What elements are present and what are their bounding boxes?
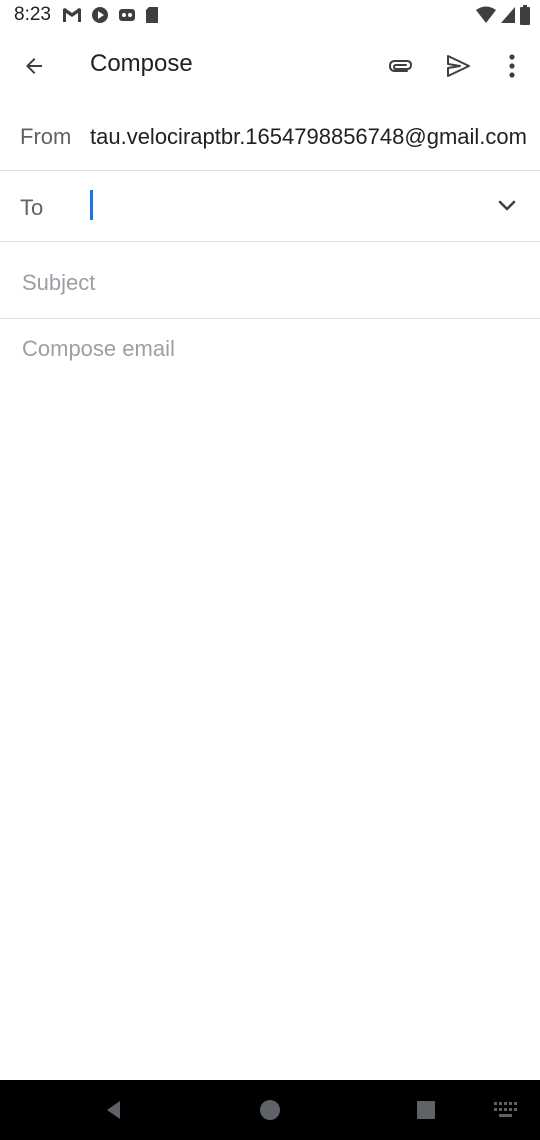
text-cursor	[90, 190, 93, 220]
back-button[interactable]	[14, 46, 54, 86]
from-row[interactable]: From tau.velociraptbr.1654798856748@gmai…	[0, 100, 540, 171]
system-nav-bar	[0, 1080, 540, 1140]
system-icons	[476, 5, 530, 30]
notification-icons	[62, 6, 159, 29]
chevron-down-icon	[498, 200, 516, 211]
gmail-icon	[62, 7, 82, 28]
compose-screen: 8:23 Compose From tau.velociraptbr.16547…	[0, 0, 540, 1140]
expand-recipients-button[interactable]	[492, 191, 522, 221]
more-vert-icon	[509, 54, 515, 78]
compose-body-field[interactable]	[20, 334, 524, 1038]
more-options-button[interactable]	[494, 46, 530, 86]
to-field[interactable]	[88, 189, 472, 227]
send-button[interactable]	[438, 46, 478, 86]
home-icon	[260, 1100, 280, 1120]
keyboard-icon	[494, 1102, 517, 1117]
recents-icon	[417, 1101, 435, 1119]
status-time: 8:23	[14, 4, 51, 25]
wifi-icon	[476, 6, 496, 29]
attach-icon	[389, 60, 413, 72]
sd-card-icon	[145, 6, 159, 29]
subject-field[interactable]	[20, 264, 524, 302]
status-bar: 8:23	[0, 0, 540, 32]
arrow-back-icon	[26, 58, 42, 74]
signal-icon	[500, 6, 516, 29]
nav-keyboard-button[interactable]	[492, 1100, 518, 1120]
attach-button[interactable]	[380, 46, 420, 86]
podcast-icon	[118, 6, 136, 29]
to-row: To	[0, 171, 540, 242]
from-account[interactable]: tau.velociraptbr.1654798856748@gmail.com	[90, 124, 540, 150]
battery-icon	[520, 5, 530, 30]
to-label: To	[20, 195, 44, 220]
back-icon	[107, 1101, 120, 1119]
from-label: From	[20, 124, 72, 149]
nav-back-button[interactable]	[102, 1098, 126, 1122]
page-title: Compose	[90, 50, 193, 77]
subject-row	[0, 242, 540, 319]
send-icon	[447, 55, 470, 77]
play-icon	[91, 6, 109, 29]
app-bar: Compose	[0, 32, 540, 98]
nav-home-button[interactable]	[258, 1098, 282, 1122]
nav-recents-button[interactable]	[416, 1100, 436, 1120]
